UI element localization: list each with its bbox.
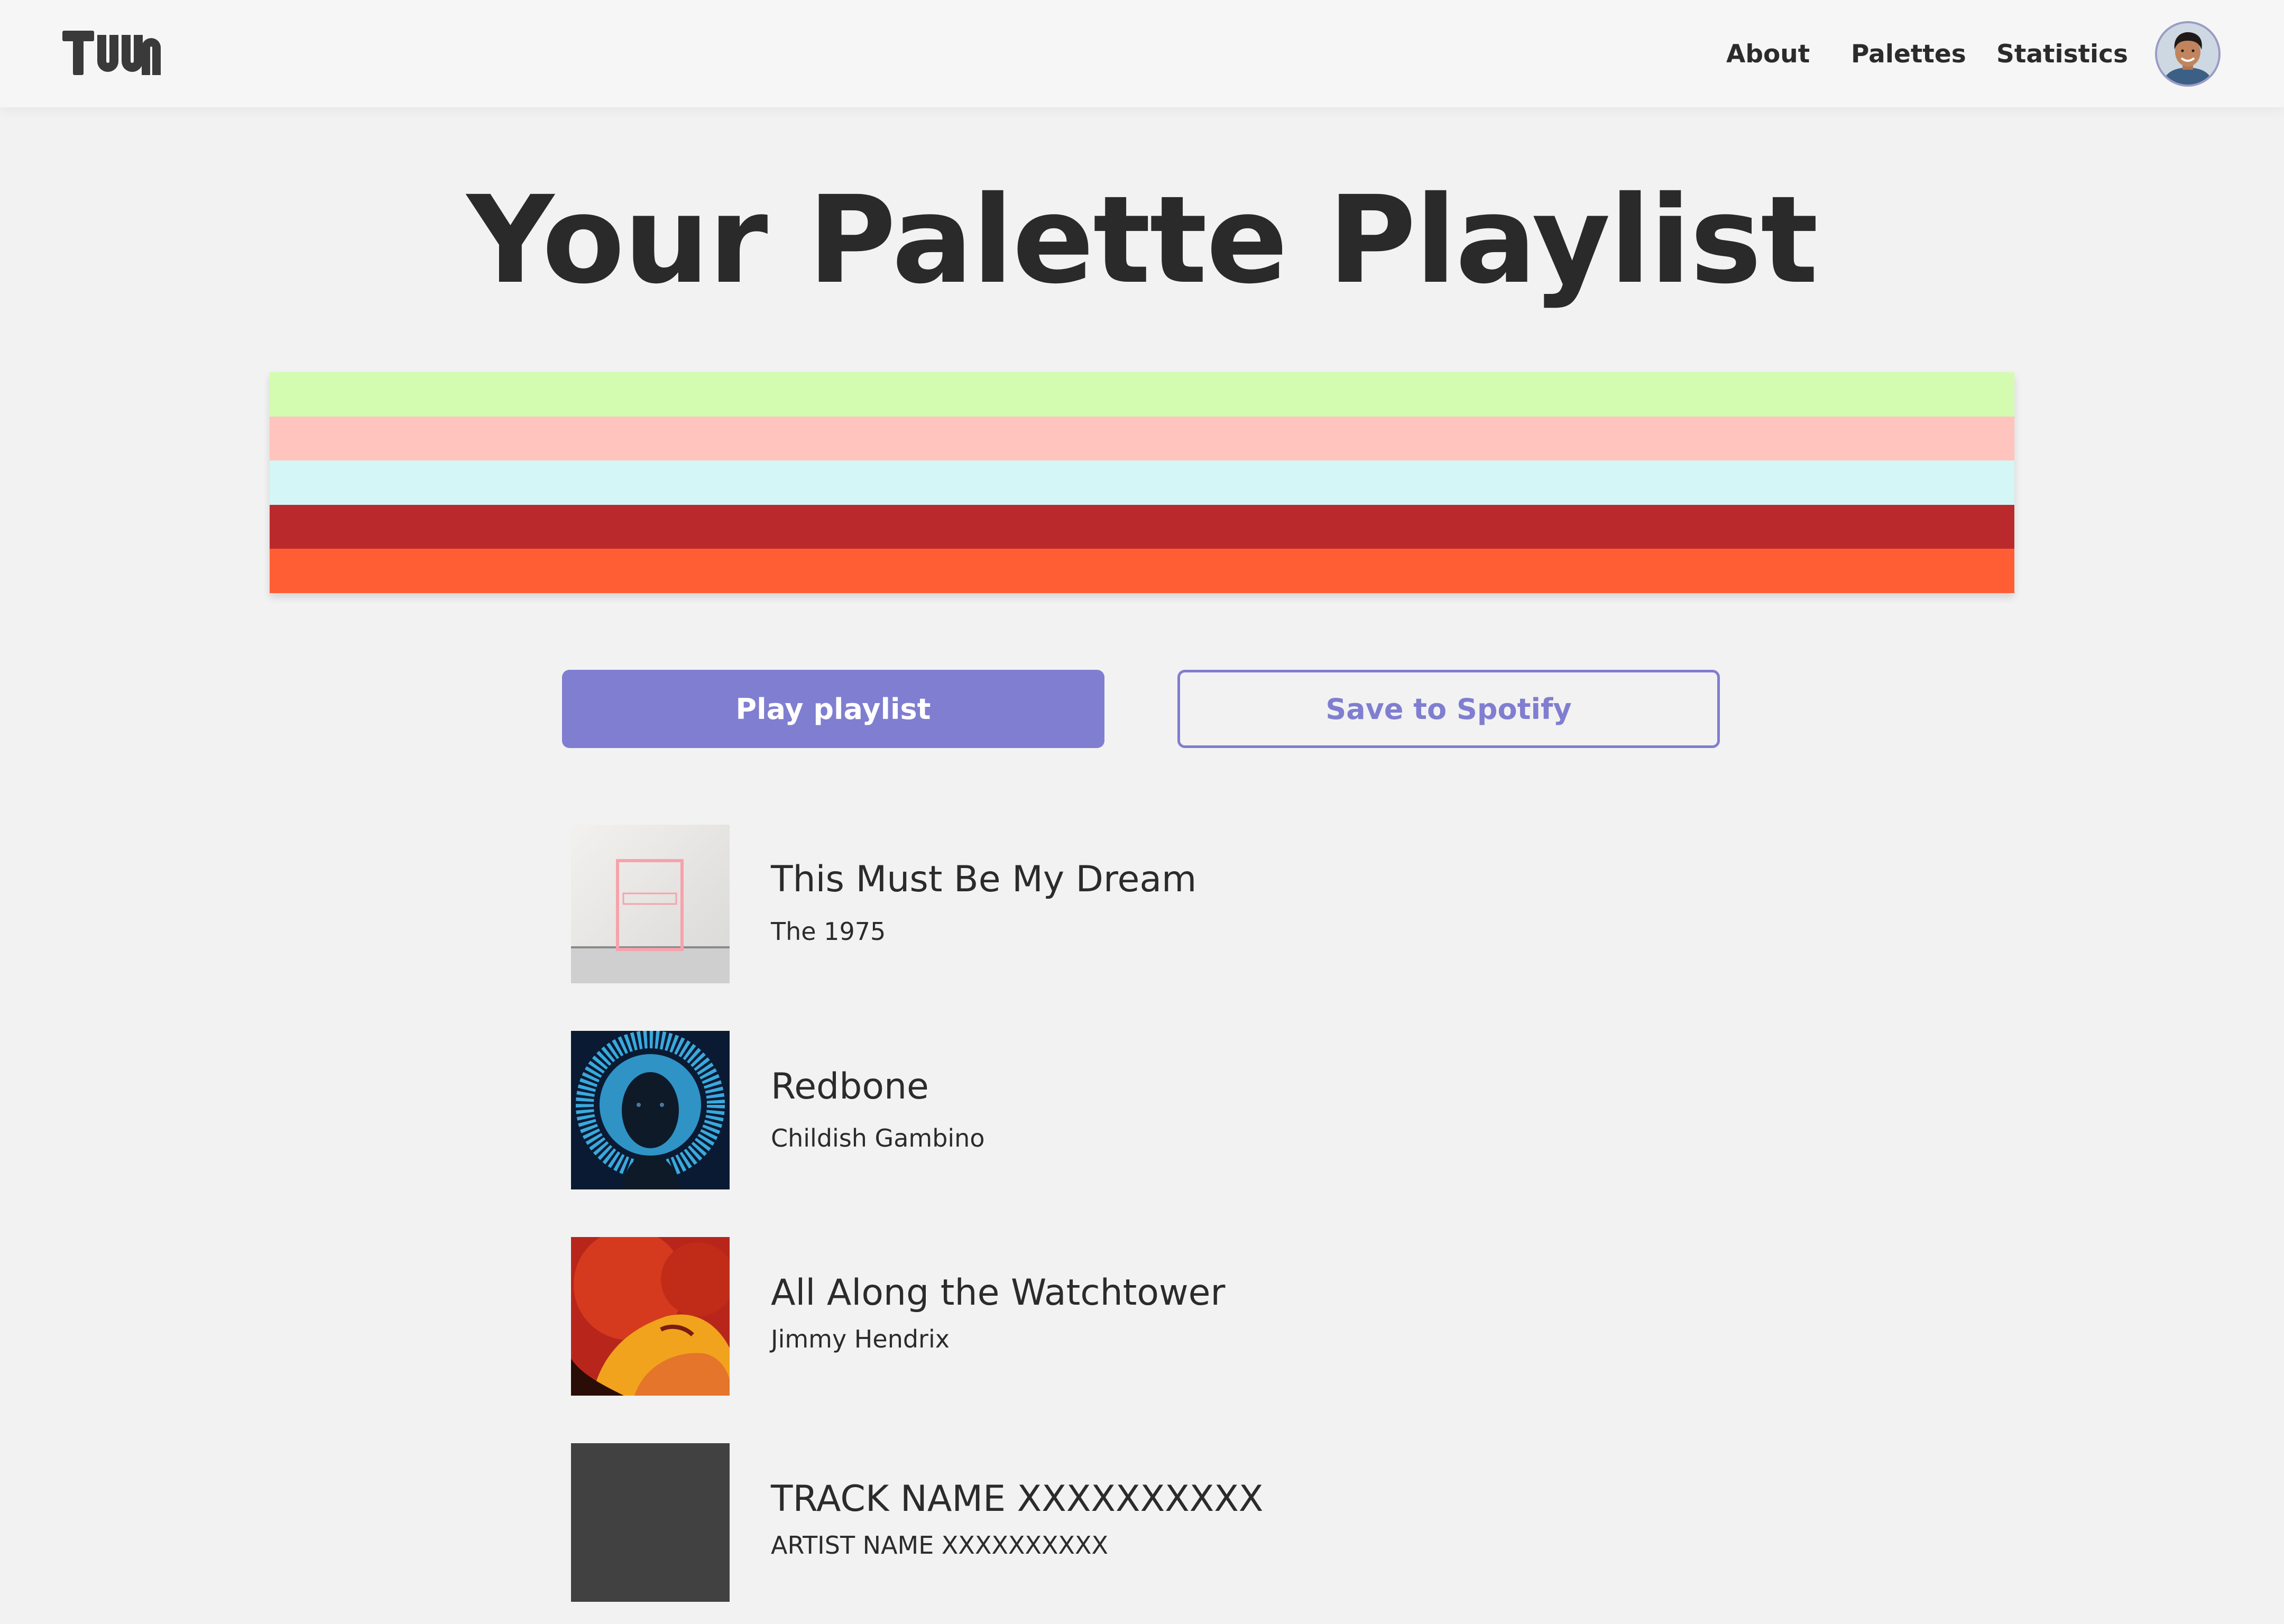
track-item[interactable]: Redbone Childish Gambino xyxy=(571,1031,1840,1189)
album-cover xyxy=(571,1031,730,1189)
color-palette xyxy=(270,372,2014,593)
track-name: Redbone xyxy=(771,1066,929,1108)
album-cover xyxy=(571,825,730,983)
palette-swatch xyxy=(270,416,2014,461)
nav-statistics-link[interactable]: Statistics xyxy=(1996,40,2128,69)
track-item[interactable]: TRACK NAME XXXXXXXXXX ARTIST NAME XXXXXX… xyxy=(571,1443,1840,1602)
user-avatar[interactable] xyxy=(2155,21,2221,87)
artist-name: Jimmy Hendrix xyxy=(771,1325,950,1353)
palette-swatch xyxy=(270,372,2014,417)
save-to-spotify-button[interactable]: Save to Spotify xyxy=(1177,670,1720,748)
track-name: TRACK NAME XXXXXXXXXX xyxy=(771,1478,1264,1520)
page-title: Your Palette Playlist xyxy=(466,170,1818,310)
palette-swatch xyxy=(270,460,2014,505)
artist-name: The 1975 xyxy=(771,917,886,946)
nav-palettes-link[interactable]: Palettes xyxy=(1851,40,1966,69)
track-name: All Along the Watchtower xyxy=(771,1272,1226,1314)
play-playlist-button[interactable]: Play playlist xyxy=(562,670,1104,748)
album-cover xyxy=(571,1237,730,1396)
palette-swatch xyxy=(270,504,2014,549)
track-item[interactable]: All Along the Watchtower Jimmy Hendrix xyxy=(571,1237,1840,1396)
artist-name: Childish Gambino xyxy=(771,1124,985,1152)
tuun-logo[interactable] xyxy=(62,26,161,79)
album-cover-placeholder xyxy=(571,1443,730,1602)
top-navigation-bar: About Palettes Statistics xyxy=(0,0,2284,107)
track-item[interactable]: This Must Be My Dream The 1975 xyxy=(571,825,1840,983)
palette-swatch xyxy=(270,549,2014,593)
nav-about-link[interactable]: About xyxy=(1726,40,1810,69)
artist-name: ARTIST NAME XXXXXXXXXX xyxy=(771,1531,1109,1560)
track-name: This Must Be My Dream xyxy=(771,859,1197,900)
